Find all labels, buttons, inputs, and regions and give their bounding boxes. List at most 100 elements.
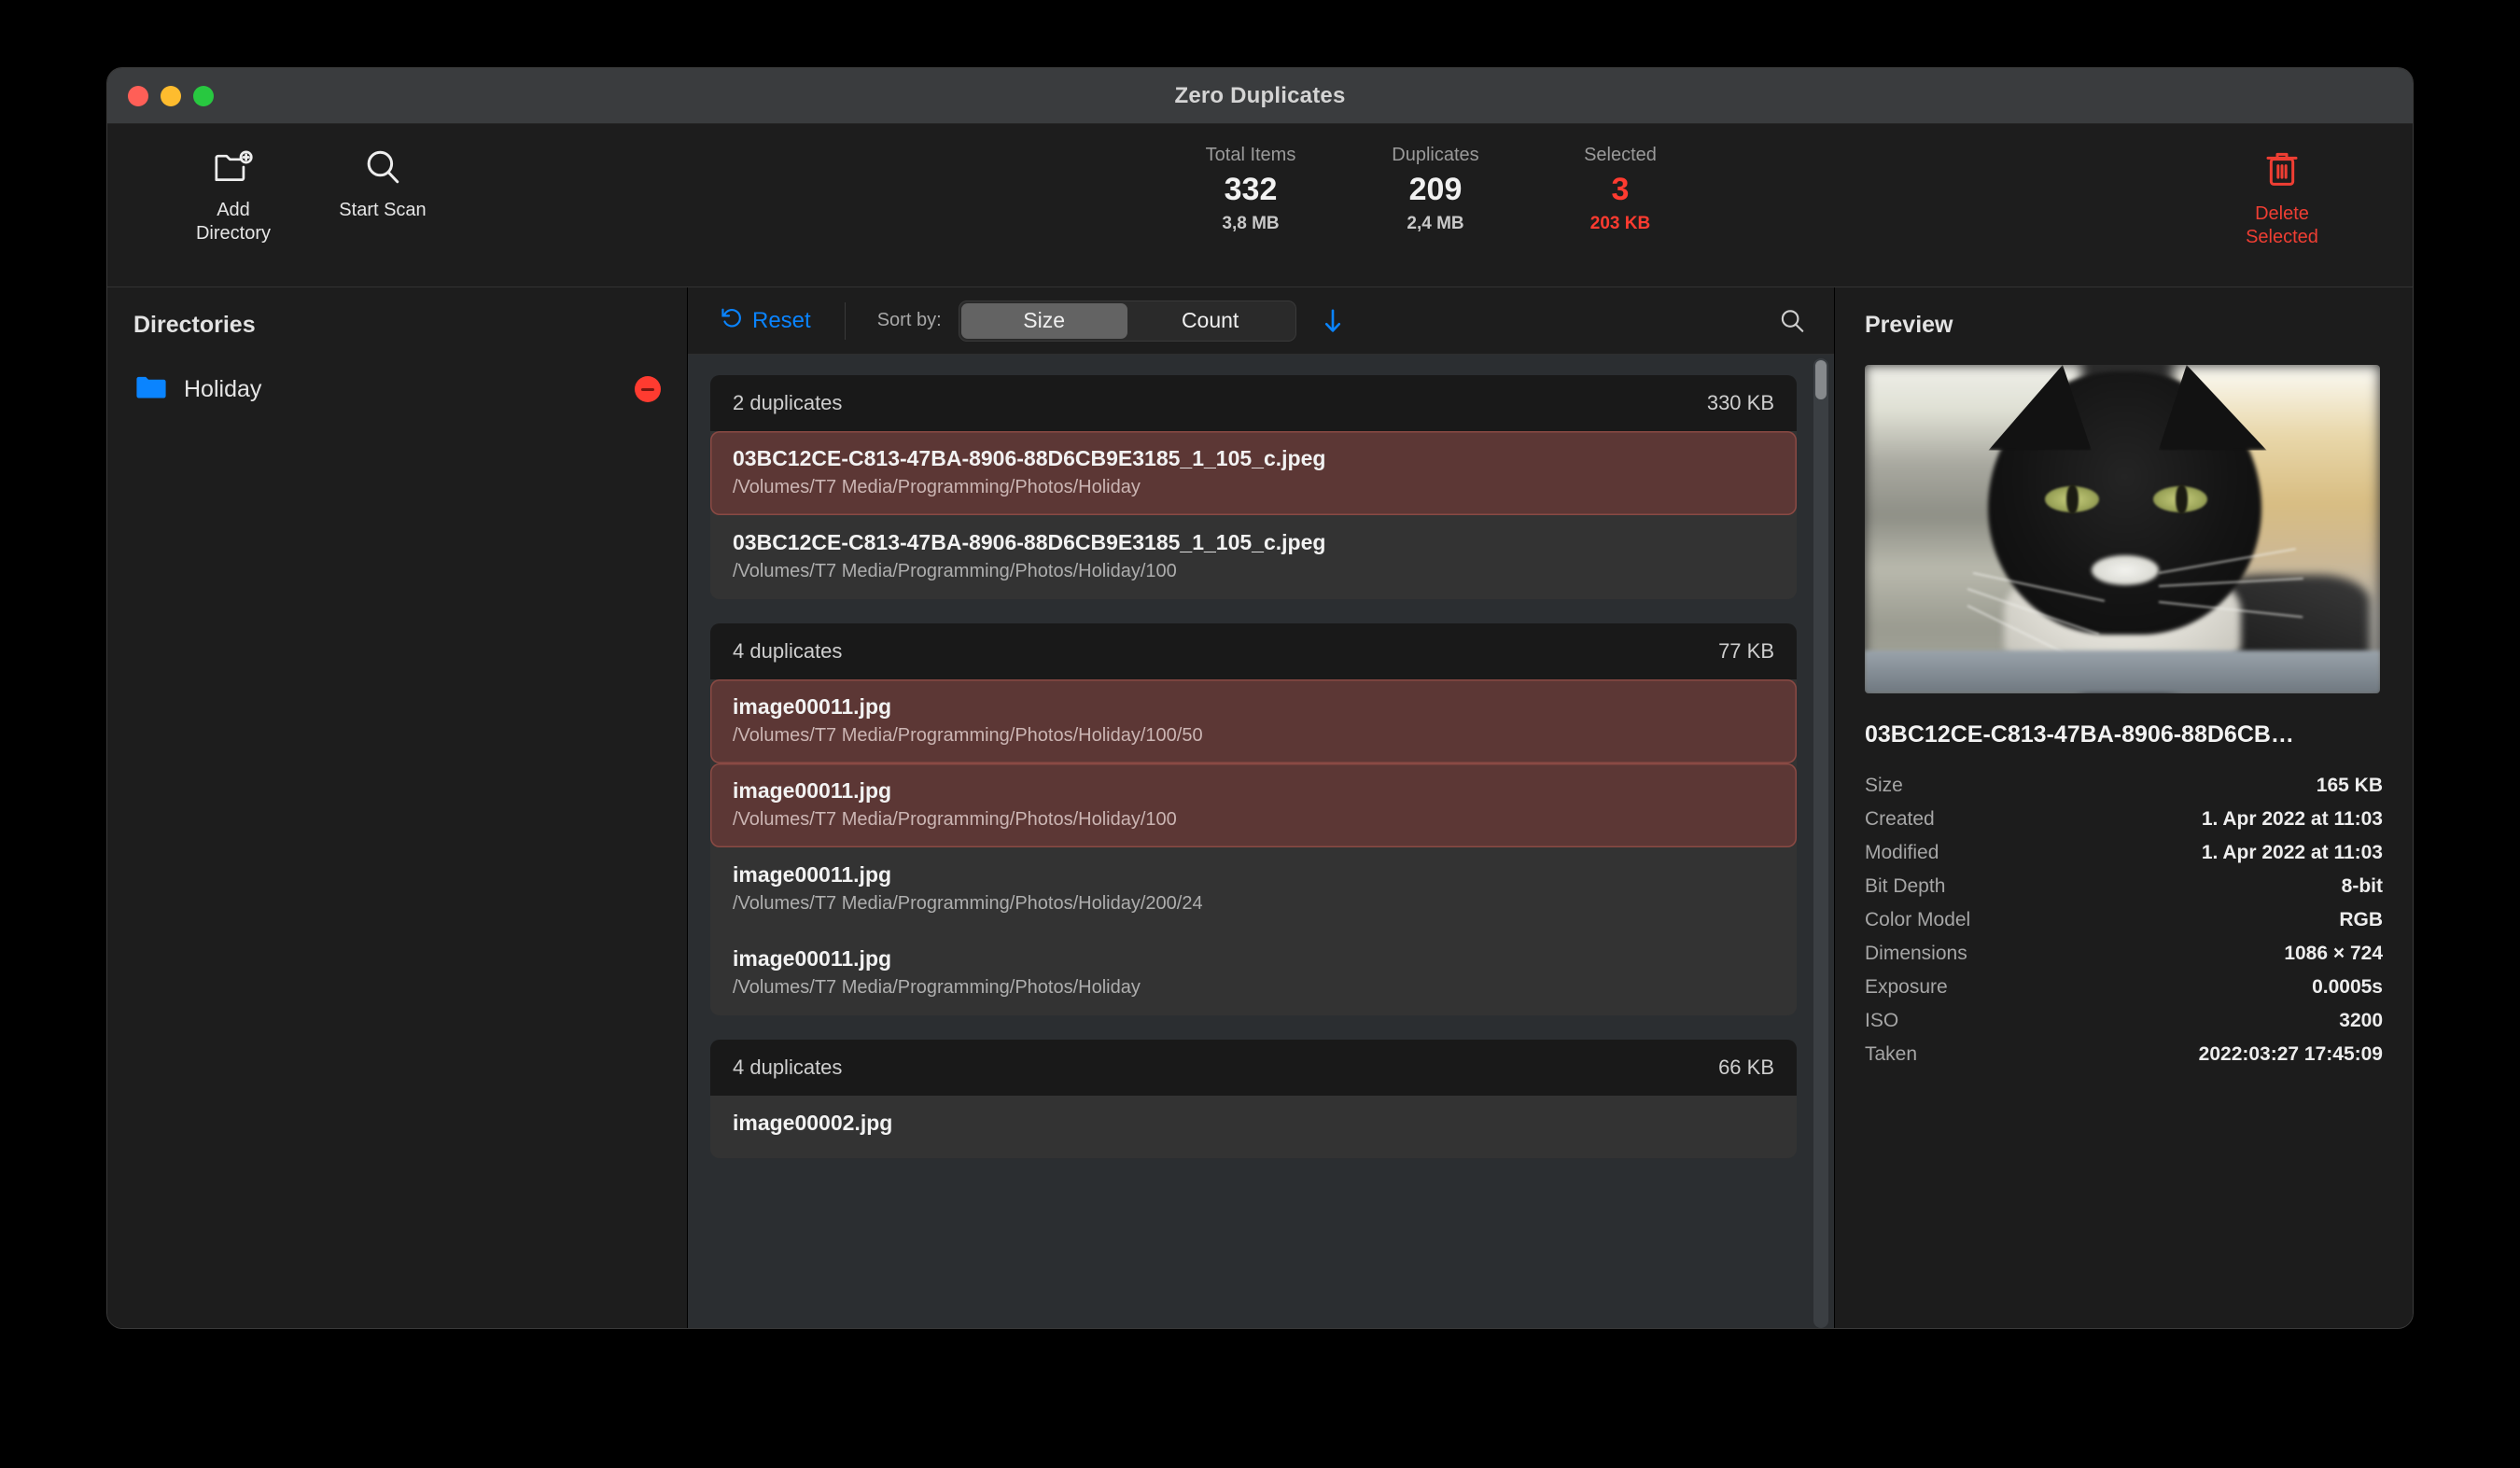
group-count-label: 2 duplicates	[733, 391, 843, 414]
metadata-value: RGB	[2339, 909, 2383, 930]
stat-label: Selected	[1584, 145, 1657, 165]
file-name: image00011.jpg	[733, 862, 892, 887]
stat-sub: 2,4 MB	[1407, 214, 1464, 233]
stat-value: 332	[1224, 172, 1278, 207]
directories-heading: Directories	[133, 312, 256, 338]
duplicate-group-body: 03BC12CE-C813-47BA-8906-88D6CB9E3185_1_1…	[710, 431, 1797, 599]
duplicate-group-header: 4 duplicates 77 KB	[710, 623, 1797, 679]
metadata-key: Exposure	[1865, 976, 1948, 998]
delete-selected-button[interactable]: Delete Selected	[2203, 145, 2361, 249]
stat-value: 3	[1611, 172, 1630, 207]
directory-name: Holiday	[184, 375, 262, 402]
metadata-key: Modified	[1865, 842, 1939, 863]
file-name: image00011.jpg	[733, 778, 892, 803]
toolbar-divider	[844, 301, 846, 340]
metadata-value: 165 KB	[2316, 775, 2383, 796]
sort-segmented-control: Size Count	[958, 300, 1296, 342]
file-path: /Volumes/T7 Media/Programming/Photos/Hol…	[733, 809, 1177, 830]
reset-button[interactable]: Reset	[720, 305, 811, 336]
preview-heading: Preview	[1865, 312, 1953, 338]
file-row[interactable]: image00011.jpg /Volumes/T7 Media/Program…	[710, 931, 1797, 1015]
directory-list-item[interactable]: Holiday	[107, 367, 687, 412]
file-row[interactable]: image00011.jpg /Volumes/T7 Media/Program…	[710, 847, 1797, 931]
stat-duplicates: Duplicates 209 2,4 MB	[1365, 145, 1505, 234]
stats-group: Total Items 332 3,8 MB Duplicates 209 2,…	[1181, 145, 1690, 234]
metadata-row: Color Model RGB	[1865, 903, 2383, 937]
group-size-label: 77 KB	[1718, 639, 1774, 663]
file-row[interactable]: 03BC12CE-C813-47BA-8906-88D6CB9E3185_1_1…	[710, 431, 1797, 515]
metadata-value: 2022:03:27 17:45:09	[2198, 1043, 2383, 1065]
file-path: /Volumes/T7 Media/Programming/Photos/Hol…	[733, 725, 1203, 746]
sort-segment-count[interactable]: Count	[1127, 303, 1294, 339]
preview-filename: 03BC12CE-C813-47BA-8906-88D6CB…	[1865, 721, 2294, 748]
duplicates-list-scroll-area[interactable]: 2 duplicates 330 KB 03BC12CE-C813-47BA-8…	[688, 355, 1834, 1328]
preview-image	[1865, 365, 2380, 693]
add-directory-label: Add Directory	[195, 200, 271, 244]
file-name: image00011.jpg	[733, 946, 892, 971]
metadata-row: Bit Depth 8-bit	[1865, 870, 2383, 903]
sort-direction-arrow-down-icon[interactable]	[1321, 307, 1345, 335]
app-window: Zero Duplicates Add Directory Start Scan	[107, 68, 2413, 1328]
metadata-row: ISO 3200	[1865, 1004, 2383, 1038]
metadata-row: Modified 1. Apr 2022 at 11:03	[1865, 836, 2383, 870]
file-path: /Volumes/T7 Media/Programming/Photos/Hol…	[733, 477, 1141, 497]
magnifier-icon	[363, 143, 402, 191]
duplicates-list: 2 duplicates 330 KB 03BC12CE-C813-47BA-8…	[688, 355, 1834, 1158]
metadata-key: Dimensions	[1865, 943, 1967, 964]
metadata-key: Color Model	[1865, 909, 1971, 930]
group-size-label: 66 KB	[1718, 1056, 1774, 1079]
sort-segment-size[interactable]: Size	[960, 302, 1127, 339]
stat-selected: Selected 3 203 KB	[1550, 145, 1690, 234]
metadata-key: Size	[1865, 775, 1903, 796]
metadata-row: Dimensions 1086 × 724	[1865, 937, 2383, 971]
file-name: image00011.jpg	[733, 694, 892, 719]
start-scan-button[interactable]: Start Scan	[313, 143, 453, 222]
stat-sub: 203 KB	[1589, 214, 1651, 233]
stat-label: Duplicates	[1392, 145, 1479, 165]
file-row[interactable]: image00002.jpg	[710, 1096, 1797, 1158]
metadata-row: Created 1. Apr 2022 at 11:03	[1865, 803, 2383, 836]
main-body: Directories Holiday Reset Sort by: Size …	[107, 287, 2413, 1328]
scrollbar-thumb[interactable]	[1815, 360, 1827, 399]
file-path: /Volumes/T7 Media/Programming/Photos/Hol…	[733, 977, 1141, 998]
group-count-label: 4 duplicates	[733, 1056, 843, 1079]
file-row[interactable]: image00011.jpg /Volumes/T7 Media/Program…	[710, 763, 1797, 847]
folder-icon	[135, 374, 167, 404]
file-path: /Volumes/T7 Media/Programming/Photos/Hol…	[733, 561, 1177, 581]
duplicate-group: 4 duplicates 77 KB image00011.jpg /Volum…	[710, 623, 1797, 1015]
toolbar: Add Directory Start Scan Total Items 332…	[107, 124, 2413, 287]
search-icon[interactable]	[1778, 307, 1806, 335]
metadata-key: ISO	[1865, 1010, 1899, 1031]
file-row[interactable]: 03BC12CE-C813-47BA-8906-88D6CB9E3185_1_1…	[710, 515, 1797, 599]
metadata-value: 1. Apr 2022 at 11:03	[2201, 842, 2383, 863]
file-name: 03BC12CE-C813-47BA-8906-88D6CB9E3185_1_1…	[733, 530, 1326, 554]
metadata-row: Taken 2022:03:27 17:45:09	[1865, 1038, 2383, 1071]
sort-toolbar: Reset Sort by: Size Count	[688, 287, 1834, 355]
metadata-value: 1. Apr 2022 at 11:03	[2201, 808, 2383, 830]
metadata-value: 1086 × 724	[2284, 943, 2383, 964]
start-scan-label: Start Scan	[339, 200, 427, 220]
cat-photo-illustration	[1865, 365, 2380, 693]
duplicates-panel: Reset Sort by: Size Count 2 duplicates 3…	[688, 287, 1834, 1328]
stat-label: Total Items	[1205, 145, 1296, 165]
stat-value: 209	[1408, 172, 1463, 207]
list-scrollbar[interactable]	[1813, 358, 1828, 1328]
directories-panel: Directories Holiday	[107, 287, 688, 1328]
file-name: 03BC12CE-C813-47BA-8906-88D6CB9E3185_1_1…	[733, 446, 1326, 470]
trash-icon	[2263, 145, 2301, 193]
group-count-label: 4 duplicates	[733, 639, 843, 663]
duplicate-group-header: 2 duplicates 330 KB	[710, 375, 1797, 431]
duplicate-group-body: image00002.jpg	[710, 1096, 1797, 1158]
preview-panel: Preview 03BC12CE-C813-47BA-8906-88D6CB… …	[1834, 287, 2413, 1328]
title-bar: Zero Duplicates	[107, 68, 2413, 124]
metadata-key: Bit Depth	[1865, 875, 1946, 897]
reset-arrow-icon	[720, 305, 744, 336]
remove-directory-button[interactable]	[635, 376, 661, 402]
add-directory-button[interactable]: Add Directory	[163, 143, 303, 245]
file-row[interactable]: image00011.jpg /Volumes/T7 Media/Program…	[710, 679, 1797, 763]
metadata-value: 3200	[2339, 1010, 2383, 1031]
sort-by-label: Sort by:	[876, 310, 942, 330]
metadata-value: 0.0005s	[2312, 976, 2383, 998]
file-name: image00002.jpg	[733, 1111, 893, 1135]
duplicate-group: 4 duplicates 66 KB image00002.jpg	[710, 1040, 1797, 1158]
